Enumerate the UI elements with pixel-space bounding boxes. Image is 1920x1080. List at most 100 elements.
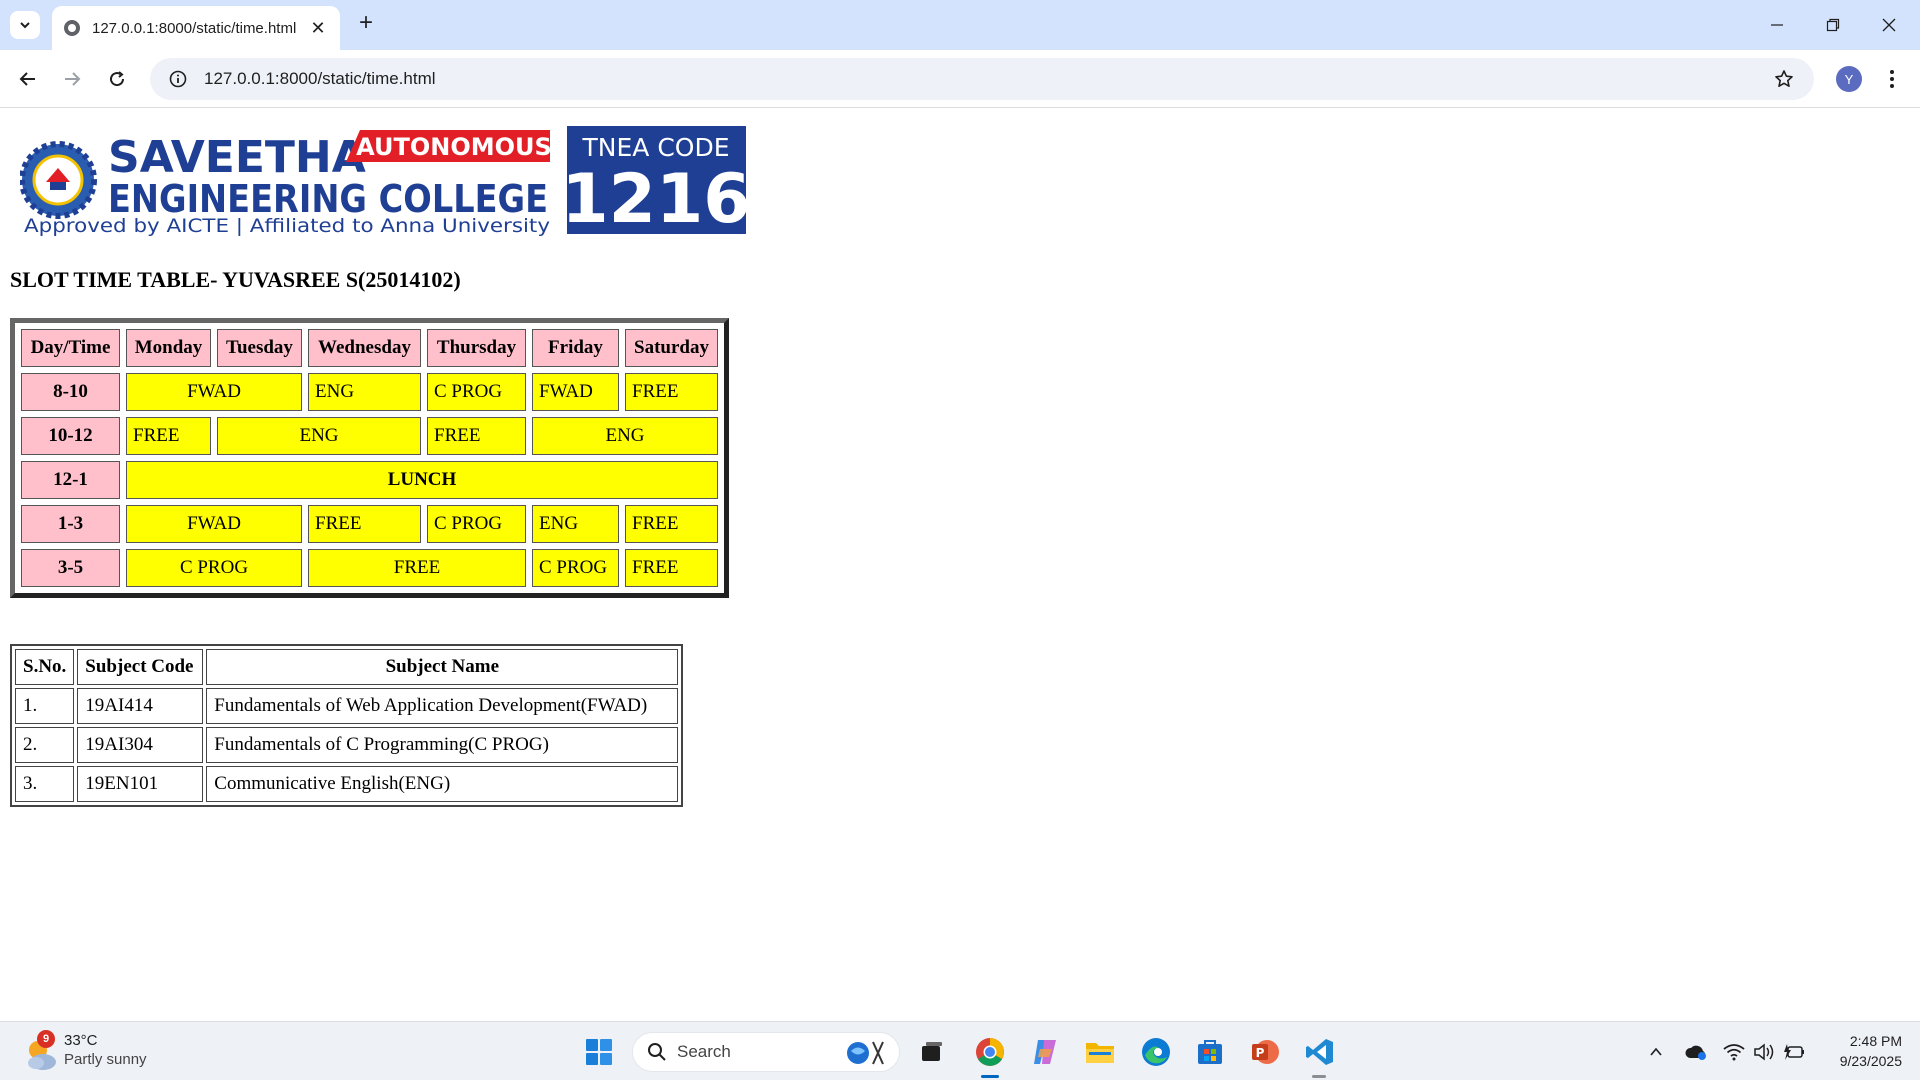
- header-friday: Friday: [532, 329, 619, 367]
- battery-tray-button[interactable]: [1782, 1040, 1806, 1064]
- header-subject-code: Subject Code: [77, 649, 204, 685]
- time-slot-label: 3-5: [21, 549, 120, 587]
- tnea-code-label: TNEA CODE: [582, 133, 730, 162]
- task-view-icon: [922, 1042, 942, 1061]
- chrome-icon: [976, 1038, 1004, 1066]
- store-icon: [1198, 1040, 1222, 1064]
- url-text: 127.0.0.1:8000/static/time.html: [204, 69, 436, 88]
- vscode-icon: [1306, 1039, 1333, 1065]
- subject-table: S.No. Subject Code Subject Name 1. 19AI4…: [10, 644, 684, 807]
- vscode-running-indicator: [1312, 1075, 1326, 1078]
- new-tab-button[interactable]: +: [352, 10, 380, 38]
- site-info-icon[interactable]: [160, 70, 196, 88]
- slot-cell: FREE: [625, 505, 718, 543]
- minimize-button[interactable]: [1754, 8, 1800, 42]
- header-wednesday: Wednesday: [308, 329, 421, 367]
- weather-temperature: 33°C: [64, 1032, 98, 1049]
- clock-date: 9/23/2025: [1839, 1053, 1902, 1069]
- tab-search-button[interactable]: [10, 11, 40, 39]
- table-row: 3. 19EN101 Communicative English(ENG): [15, 766, 679, 802]
- forward-button[interactable]: [56, 63, 88, 95]
- restore-icon: [1826, 18, 1840, 32]
- logo-tagline: Approved by AICTE | Affiliated to Anna U…: [24, 215, 550, 236]
- slot-cell: FREE: [625, 373, 718, 411]
- globe-icon: [64, 20, 80, 36]
- task-view-button[interactable]: [916, 1036, 948, 1068]
- slot-cell: C PROG: [427, 505, 526, 543]
- svg-text:P: P: [1256, 1046, 1265, 1060]
- subject-name: Fundamentals of C Programming(C PROG): [206, 727, 679, 763]
- timetable: Day/Time Monday Tuesday Wednesday Thursd…: [10, 318, 729, 598]
- logo-name-line1: SAVEETHA: [108, 132, 366, 183]
- time-slot-label: 1-3: [21, 505, 120, 543]
- tnea-code-box: TNEA CODE 1216: [561, 126, 748, 236]
- show-hidden-icons-button[interactable]: [1644, 1040, 1668, 1064]
- edge-icon: [1142, 1038, 1170, 1066]
- store-taskbar-button[interactable]: [1194, 1036, 1226, 1068]
- timetable-row: 8-10 FWAD ENG C PROG FWAD FREE: [21, 373, 718, 411]
- slot-cell: FREE: [308, 549, 526, 587]
- subject-name: Fundamentals of Web Application Developm…: [206, 688, 679, 724]
- slot-cell: FWAD: [532, 373, 619, 411]
- page-title: SLOT TIME TABLE- YUVASREE S(25014102): [10, 267, 461, 292]
- restore-button[interactable]: [1810, 8, 1856, 42]
- search-placeholder: Search: [677, 1042, 731, 1061]
- timetable-row: 12-1 LUNCH: [21, 461, 718, 499]
- subject-sno: 2.: [15, 727, 75, 763]
- college-emblem-icon: [20, 141, 97, 219]
- slot-cell: FREE: [308, 505, 421, 543]
- autonomous-badge: AUTONOMOUS: [346, 130, 552, 162]
- file-explorer-button[interactable]: [1084, 1036, 1116, 1068]
- edge-taskbar-button[interactable]: [1140, 1036, 1172, 1068]
- timetable-row: 10-12 FREE ENG FREE ENG: [21, 417, 718, 455]
- wifi-tray-button[interactable]: [1722, 1040, 1746, 1064]
- close-icon: [1882, 18, 1896, 32]
- vscode-taskbar-button[interactable]: [1304, 1036, 1336, 1068]
- wifi-icon: [1723, 1044, 1745, 1061]
- slot-cell: C PROG: [532, 549, 619, 587]
- browser-tab[interactable]: 127.0.0.1:8000/static/time.html ✕: [52, 6, 340, 50]
- slot-cell: C PROG: [427, 373, 526, 411]
- slot-cell: FWAD: [126, 505, 302, 543]
- tab-close-button[interactable]: ✕: [308, 18, 328, 39]
- battery-charging-icon: [1784, 1044, 1804, 1060]
- lunch-cell: LUNCH: [126, 461, 718, 499]
- volume-tray-button[interactable]: [1752, 1040, 1776, 1064]
- header-day-time: Day/Time: [21, 329, 120, 367]
- slot-cell: ENG: [217, 417, 421, 455]
- minimize-icon: [1771, 24, 1783, 26]
- start-button[interactable]: [583, 1036, 615, 1068]
- bookmark-star-icon[interactable]: [1766, 69, 1802, 89]
- copilot-icon: [1034, 1040, 1056, 1064]
- arrow-right-icon: [65, 72, 81, 86]
- page-content: SAVEETHA AUTONOMOUS ENGINEERING COLLEGE …: [0, 109, 1920, 1021]
- chrome-active-indicator: [981, 1075, 999, 1078]
- address-bar[interactable]: 127.0.0.1:8000/static/time.html: [150, 58, 1814, 100]
- powerpoint-taskbar-button[interactable]: P: [1249, 1036, 1281, 1068]
- reload-icon: [110, 71, 125, 87]
- reload-button[interactable]: [101, 63, 133, 95]
- slot-cell: ENG: [308, 373, 421, 411]
- close-window-button[interactable]: [1866, 8, 1912, 42]
- slot-cell: FREE: [126, 417, 211, 455]
- taskbar-search[interactable]: Search: [632, 1032, 900, 1072]
- system-clock[interactable]: 2:48 PM 9/23/2025: [1822, 1031, 1902, 1071]
- copilot-taskbar-button[interactable]: [1029, 1036, 1061, 1068]
- table-row: 1. 19AI414 Fundamentals of Web Applicati…: [15, 688, 679, 724]
- onedrive-tray-button[interactable]: [1684, 1040, 1708, 1064]
- back-button[interactable]: [12, 63, 44, 95]
- chevron-down-icon: [20, 22, 30, 29]
- weather-widget[interactable]: 9 33°C Partly sunny: [22, 1030, 202, 1074]
- subject-code: 19AI414: [77, 688, 204, 724]
- slot-cell: FWAD: [126, 373, 302, 411]
- chrome-taskbar-button[interactable]: [974, 1036, 1006, 1068]
- slot-cell: ENG: [532, 505, 619, 543]
- chevron-up-icon: [1650, 1047, 1662, 1056]
- taskbar: 9 33°C Partly sunny Search P 2:48 PM 9/2…: [0, 1021, 1920, 1080]
- profile-avatar[interactable]: Y: [1836, 66, 1862, 92]
- tab-title: 127.0.0.1:8000/static/time.html: [92, 19, 297, 37]
- arrow-left-icon: [19, 72, 35, 86]
- slot-cell: FREE: [625, 549, 718, 587]
- more-options-icon[interactable]: [1880, 64, 1904, 94]
- subject-sno: 3.: [15, 766, 75, 802]
